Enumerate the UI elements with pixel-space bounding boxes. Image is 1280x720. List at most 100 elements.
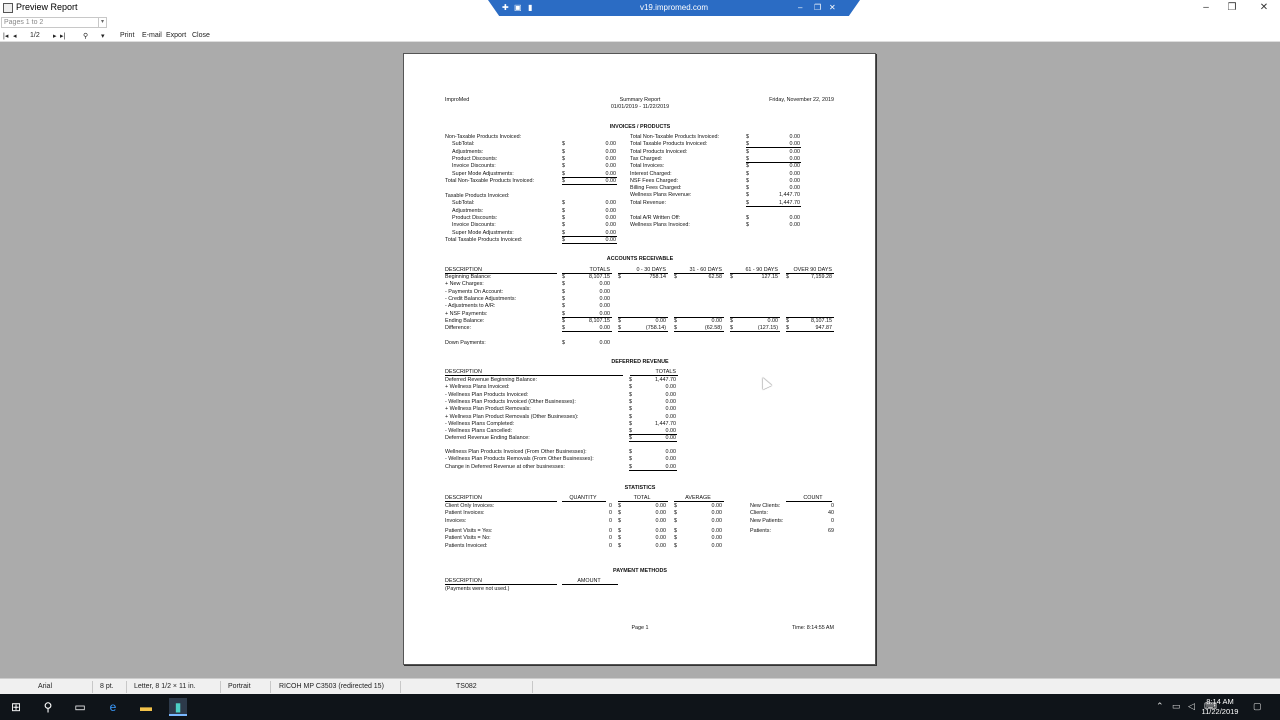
stats-row-label: Invoices:	[445, 517, 467, 524]
remote-restore-icon[interactable]: ❐	[814, 3, 821, 12]
export-button[interactable]: Export	[166, 32, 186, 39]
divider	[630, 375, 678, 376]
stats-row-total: 0.00	[655, 503, 667, 509]
invoice-summary-label: Total Non-Taxable Products Invoiced:	[630, 134, 719, 140]
report-page: ImproMed Summary Report 01/01/2019 - 11/…	[403, 53, 876, 665]
deferred-row-label: Wellness Plan Products Invoiced (From Ot…	[445, 449, 587, 455]
invoice-summary-currency: $	[746, 222, 749, 229]
invoice-summary-currency: $	[746, 163, 749, 170]
invoice-row-label: Super Mode Adjustments:	[452, 170, 514, 177]
ar-row-currency: $	[786, 274, 789, 280]
app-icon	[3, 3, 13, 13]
invoice-summary-value: 0.00	[789, 185, 801, 192]
divider	[730, 331, 780, 333]
divider	[674, 316, 724, 318]
stats-row-currency: $	[618, 503, 621, 509]
invoice-summary-value: 0.00	[789, 163, 801, 170]
stats-row-currency: $	[618, 542, 621, 549]
ar-row-value: 0.00	[711, 317, 723, 324]
invoice-row-label: Taxable Products Invoiced:	[445, 193, 510, 199]
invoice-summary-label: Total A/R Written Off:	[630, 215, 681, 221]
first-page-icon[interactable]: |◂	[3, 32, 8, 40]
stats-row-average: 0.00	[711, 542, 723, 549]
deferred-row-label: + Wellness Plans Invoiced:	[445, 384, 510, 391]
email-button[interactable]: E-mail	[142, 32, 162, 39]
edge-browser-icon[interactable]: e	[104, 698, 122, 716]
invoice-summary-currency: $	[746, 177, 749, 184]
deferred-row-label: - Wellness Plan Products Invoiced (Other…	[445, 398, 576, 405]
invoice-summary-currency: $	[746, 134, 749, 140]
stats-row-total: 0.00	[655, 517, 667, 524]
toolbar: |◂ ◂ 1/2 ▸ ▸| ⚲ ▾ Print E-mail Export Cl…	[0, 30, 1280, 42]
last-page-icon[interactable]: ▸|	[60, 32, 65, 40]
page-counter[interactable]: 1/2	[30, 32, 40, 39]
ar-row-currency: $	[674, 274, 677, 280]
ar-row-currency: $	[562, 310, 565, 317]
invoice-row-value: 0.00	[605, 214, 617, 221]
stats-row-currency: $	[674, 510, 677, 517]
clock-date: 11/22/2019	[1201, 707, 1239, 716]
stats-row-currency: $	[674, 517, 677, 524]
chevron-down-icon[interactable]: ▾	[98, 18, 106, 27]
invoice-row-value: 0.00	[605, 222, 617, 229]
next-page-icon[interactable]: ▸	[53, 32, 57, 40]
stats-row-currency: $	[618, 510, 621, 517]
payments-note: (Payments were not used.)	[445, 586, 510, 592]
zoom-icon[interactable]: ⚲	[83, 32, 88, 40]
notifications-icon[interactable]: ▢	[1253, 701, 1262, 712]
remote-host: v19.impromed.com	[639, 3, 709, 12]
footer-time: Time: 8:14:55 AM	[791, 625, 834, 631]
ar-row-label: Ending Balance:	[445, 317, 485, 324]
deferred-row-value: 0.00	[665, 428, 677, 435]
stats-count-value: 40	[828, 510, 834, 517]
stats-count-label: New Clients:	[750, 503, 781, 509]
page-range-select[interactable]: Pages 1 to 2 ▾	[1, 17, 107, 28]
impromed-app-icon[interactable]: ▮	[169, 698, 187, 716]
ar-row-currency: $	[618, 274, 621, 280]
zoom-dropdown-icon[interactable]: ▾	[101, 32, 105, 40]
volume-icon[interactable]: ◁	[1188, 701, 1195, 712]
close-window-button[interactable]: ✕	[1254, 1, 1274, 14]
remote-minimize-icon[interactable]: –	[798, 3, 802, 12]
system-clock[interactable]: 8:14 AM 11/22/2019	[1200, 697, 1240, 717]
maximize-button[interactable]: ❐	[1222, 1, 1242, 14]
prev-page-icon[interactable]: ◂	[13, 32, 17, 40]
stats-row-currency: $	[618, 517, 621, 524]
deferred-row-value: 0.00	[665, 456, 677, 463]
deferred-row-value: 1,447.70	[655, 377, 676, 383]
remote-close-icon[interactable]: ✕	[829, 3, 836, 12]
ar-row-value: 0.00	[767, 317, 779, 324]
status-font-size: 8 pt.	[100, 683, 114, 690]
minimize-button[interactable]: –	[1196, 1, 1216, 14]
deferred-row-value: 0.00	[665, 398, 677, 405]
chevron-up-icon[interactable]: ⌃	[1156, 701, 1164, 712]
invoice-summary-label: Total Taxable Products Invoiced:	[630, 141, 708, 148]
stats-row-total: 0.00	[655, 510, 667, 517]
deferred-row-label: - Wellness Plans Cancelled:	[445, 428, 513, 435]
page-range-bar: Pages 1 to 2 ▾	[0, 16, 1280, 30]
start-windows-icon[interactable]: ⊞	[7, 698, 25, 716]
divider	[629, 434, 677, 436]
divider	[562, 235, 617, 237]
divider	[445, 584, 557, 585]
ar-row-value: 8,107.15	[589, 274, 610, 280]
file-explorer-icon[interactable]: ▬	[137, 698, 155, 716]
divider	[618, 316, 668, 318]
network-icon[interactable]: ▭	[1172, 701, 1181, 712]
print-button[interactable]: Print	[120, 32, 134, 39]
ar-row-currency: $	[786, 317, 789, 324]
stats-count-label: Clients:	[750, 510, 768, 517]
ar-row-currency: $	[562, 303, 565, 310]
stats-row-quantity: 0	[609, 517, 612, 524]
stats-row-currency: $	[618, 535, 621, 542]
ar-row-label: - Credit Balance Adjustments:	[445, 295, 517, 302]
search-icon[interactable]: ⚲	[39, 698, 57, 716]
invoice-row-currency: $	[562, 141, 565, 148]
stats-row-currency: $	[674, 542, 677, 549]
task-view-icon[interactable]: ▭	[71, 698, 89, 716]
invoice-row-currency: $	[562, 163, 565, 170]
invoice-row-value: 0.00	[605, 155, 617, 162]
close-button[interactable]: Close	[192, 32, 210, 39]
deferred-row-value: 0.00	[665, 449, 677, 455]
ar-row-label: Beginning Balance:	[445, 274, 492, 280]
